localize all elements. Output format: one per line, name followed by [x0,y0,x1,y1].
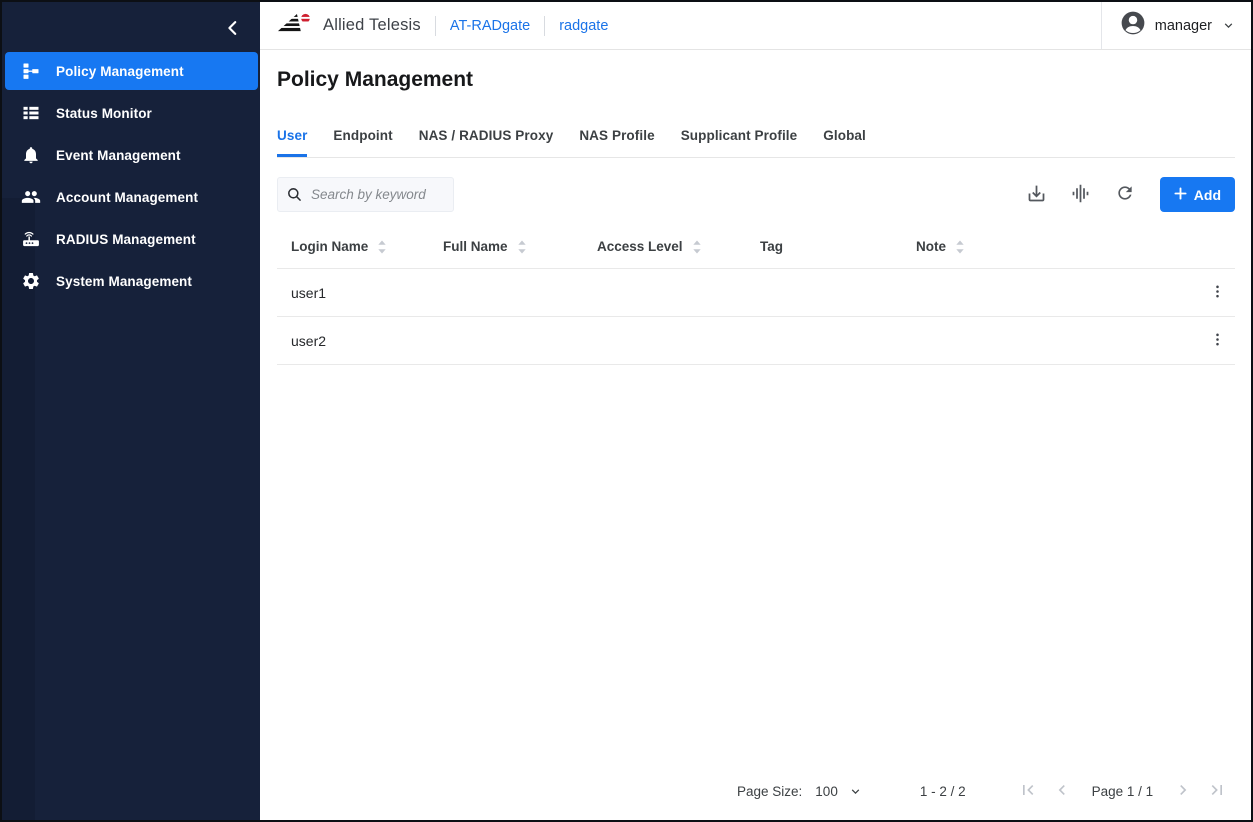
people-icon [20,187,41,208]
sort-icon [954,239,966,255]
breadcrumb-divider [544,16,545,36]
tab-nas-profile[interactable]: NAS Profile [579,106,654,157]
refresh-button[interactable] [1108,178,1142,212]
brand-name: Allied Telesis [323,16,421,35]
sidebar-item-label: System Management [56,274,192,289]
column-header-login-name[interactable]: Login Name [291,239,443,255]
sidebar-item-system-management[interactable]: System Management [5,262,258,300]
chevron-left-icon [224,19,242,42]
page-size-value: 100 [815,784,838,799]
page-size-label: Page Size: [737,784,802,799]
table-row[interactable]: user1 [277,269,1235,317]
sidebar-nav: Policy Management Status Monitor Event M… [2,52,260,304]
column-label: Tag [760,239,783,254]
cell-login-name: user1 [291,285,443,301]
chevron-down-icon [1221,18,1236,33]
brand-logo: Allied Telesis [277,10,421,41]
pagination-bar: Page Size: 100 1 - 2 / 2 [277,768,1235,814]
main-area: Allied Telesis AT-RADgate radgate manage… [260,2,1251,820]
chevron-left-icon [1052,780,1072,803]
add-button-label: Add [1194,187,1221,203]
download-icon [1026,183,1047,207]
sidebar-item-label: Policy Management [56,64,184,79]
chevron-down-icon [848,784,863,799]
tab-nas-radius-proxy[interactable]: NAS / RADIUS Proxy [419,106,554,157]
sidebar-item-status-monitor[interactable]: Status Monitor [5,94,258,132]
column-header-access-level[interactable]: Access Level [597,239,760,255]
column-label: Note [916,239,946,254]
kebab-menu-icon [1209,331,1226,351]
breadcrumb-section-link[interactable]: radgate [559,18,608,34]
last-page-icon [1207,780,1227,803]
table-toolbar: Add [277,177,1235,212]
bell-icon [20,145,41,166]
schema-icon [20,61,41,82]
download-button[interactable] [1020,178,1054,212]
top-bar: Allied Telesis AT-RADgate radgate manage… [260,2,1251,50]
sidebar-item-radius-management[interactable]: RADIUS Management [5,220,258,258]
chevron-right-icon [1173,780,1193,803]
account-circle-icon [1120,10,1146,41]
sidebar-item-label: Event Management [56,148,181,163]
table-header-row: Login Name Full Name Access Level Tag No… [277,225,1235,269]
kebab-menu-icon [1209,283,1226,303]
sort-icon [376,239,388,255]
row-actions-button[interactable] [1203,327,1231,355]
sidebar-collapse-button[interactable] [218,15,248,45]
column-header-tag: Tag [760,239,916,254]
page-indicator: Page 1 / 1 [1092,784,1154,799]
user-name: manager [1155,18,1212,34]
tab-endpoint[interactable]: Endpoint [333,106,392,157]
search-input[interactable] [277,177,454,212]
table-row[interactable]: user2 [277,317,1235,365]
previous-page-button[interactable] [1048,777,1076,805]
gear-icon [20,271,41,292]
sidebar-item-policy-management[interactable]: Policy Management [5,52,258,90]
refresh-icon [1115,183,1135,206]
pager-controls: Page 1 / 1 [1014,777,1232,805]
next-page-button[interactable] [1169,777,1197,805]
page-title: Policy Management [277,67,1235,92]
page-content: Policy Management User Endpoint NAS / RA… [260,50,1251,820]
column-header-note[interactable]: Note [916,239,1199,255]
equalizer-button[interactable] [1064,178,1098,212]
column-label: Full Name [443,239,508,254]
breadcrumb-divider [435,16,436,36]
sort-icon [691,239,703,255]
column-label: Access Level [597,239,683,254]
sort-icon [516,239,528,255]
list-icon [20,103,41,124]
sidebar-item-account-management[interactable]: Account Management [5,178,258,216]
sidebar-item-label: Status Monitor [56,106,152,121]
user-menu[interactable]: manager [1101,2,1251,49]
tab-bar: User Endpoint NAS / RADIUS Proxy NAS Pro… [277,106,1235,158]
search-box [277,177,454,212]
breadcrumb-product-link[interactable]: AT-RADgate [450,18,530,34]
tab-supplicant-profile[interactable]: Supplicant Profile [681,106,798,157]
row-actions-button[interactable] [1203,279,1231,307]
sidebar-item-label: Account Management [56,190,198,205]
router-icon [20,229,41,250]
equalizer-icon [1070,183,1091,207]
cell-login-name: user2 [291,333,443,349]
tab-global[interactable]: Global [823,106,866,157]
plus-icon [1174,187,1187,203]
sidebar-item-label: RADIUS Management [56,232,196,247]
tab-user[interactable]: User [277,106,307,157]
column-header-full-name[interactable]: Full Name [443,239,597,255]
row-range-indicator: 1 - 2 / 2 [920,784,966,799]
page-size-group: Page Size: 100 [737,784,863,799]
first-page-button[interactable] [1014,777,1042,805]
page-size-select[interactable]: 100 [815,784,863,799]
first-page-icon [1018,780,1038,803]
allied-telesis-logo-icon [277,10,315,41]
column-label: Login Name [291,239,368,254]
add-button[interactable]: Add [1160,177,1235,212]
sidebar: Policy Management Status Monitor Event M… [2,2,260,820]
sidebar-item-event-management[interactable]: Event Management [5,136,258,174]
last-page-button[interactable] [1203,777,1231,805]
toolbar-actions: Add [1020,177,1235,212]
